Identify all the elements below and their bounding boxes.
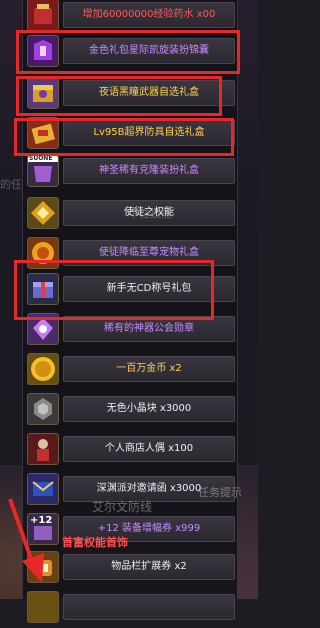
partial-item-icon bbox=[27, 591, 59, 623]
crystal-icon bbox=[27, 393, 59, 425]
ghost-text-defense: 艾尔文防线 bbox=[92, 500, 153, 514]
reward-item[interactable]: 新手无CD称号礼包 bbox=[23, 270, 237, 310]
ghost-text-skill: 个性技能 bbox=[128, 207, 172, 220]
reward-item[interactable]: 金色礼包星际凯旋装扮锦囊 bbox=[23, 32, 237, 72]
item-label: 物品栏扩展券 x2 bbox=[111, 561, 187, 572]
item-label: 增加60000000经验药水 x00 bbox=[82, 9, 216, 20]
pet-box-icon bbox=[27, 237, 59, 269]
item-label: 无色小晶块 x3000 bbox=[106, 403, 192, 414]
first-charge-text: 首富权能首饰 bbox=[62, 536, 128, 549]
reward-item[interactable]: 一百万金币 x2 bbox=[23, 350, 237, 390]
ghost-text-task: 任务提示 bbox=[198, 486, 242, 499]
suone-badge: SUONE bbox=[29, 155, 53, 162]
reward-item[interactable]: 使徒降临至尊宠物礼盒 bbox=[23, 234, 237, 274]
gold-coin-icon bbox=[27, 353, 59, 385]
reward-item-partial[interactable] bbox=[23, 588, 237, 628]
guild-medal-icon bbox=[27, 313, 59, 345]
reward-item[interactable]: 增加60000000经验药水 x00 bbox=[23, 0, 237, 36]
reward-item[interactable]: 个人商店人偶 x100 bbox=[23, 430, 237, 470]
item-label: 使徒降临至尊宠物礼盒 bbox=[99, 247, 199, 258]
reward-item[interactable]: +12 +12 装备增幅券 x999 bbox=[23, 510, 237, 550]
red-arrow-icon bbox=[8, 498, 44, 583]
clone-box-icon: SUONE bbox=[27, 155, 59, 187]
reward-item[interactable]: 稀有的神器公会勋章 bbox=[23, 310, 237, 350]
item-label: 夜语黑瞳武器自选礼盒 bbox=[99, 87, 199, 98]
shop-doll-icon bbox=[27, 433, 59, 465]
reward-item[interactable]: 夜语黑瞳武器自选礼盒 bbox=[23, 74, 237, 114]
item-label: 神圣稀有克隆装扮礼盒 bbox=[99, 165, 199, 176]
weapon-box-icon bbox=[27, 77, 59, 109]
item-label: 新手无CD称号礼包 bbox=[106, 283, 192, 294]
title-box-icon bbox=[27, 273, 59, 305]
armor-box-icon bbox=[27, 117, 59, 149]
reward-item[interactable]: 无色小晶块 x3000 bbox=[23, 390, 237, 430]
costume-box-icon bbox=[27, 35, 59, 67]
item-label: Lv95B超界防具自选礼盒 bbox=[93, 127, 205, 138]
item-label: 一百万金币 x2 bbox=[116, 363, 182, 374]
item-label: 个人商店人偶 x100 bbox=[104, 443, 194, 454]
reward-item[interactable]: Lv95B超界防具自选礼盒 bbox=[23, 114, 237, 154]
potion-icon bbox=[27, 0, 59, 31]
apostle-power-icon bbox=[27, 197, 59, 229]
item-label: 金色礼包星际凯旋装扮锦囊 bbox=[89, 45, 209, 56]
reward-item[interactable]: 物品栏扩展券 x2 bbox=[23, 548, 237, 588]
ghost-text-left: 的任 bbox=[0, 178, 22, 191]
item-label: 稀有的神器公会勋章 bbox=[104, 323, 194, 334]
reward-item[interactable]: SUONE 神圣稀有克隆装扮礼盒 bbox=[23, 152, 237, 192]
